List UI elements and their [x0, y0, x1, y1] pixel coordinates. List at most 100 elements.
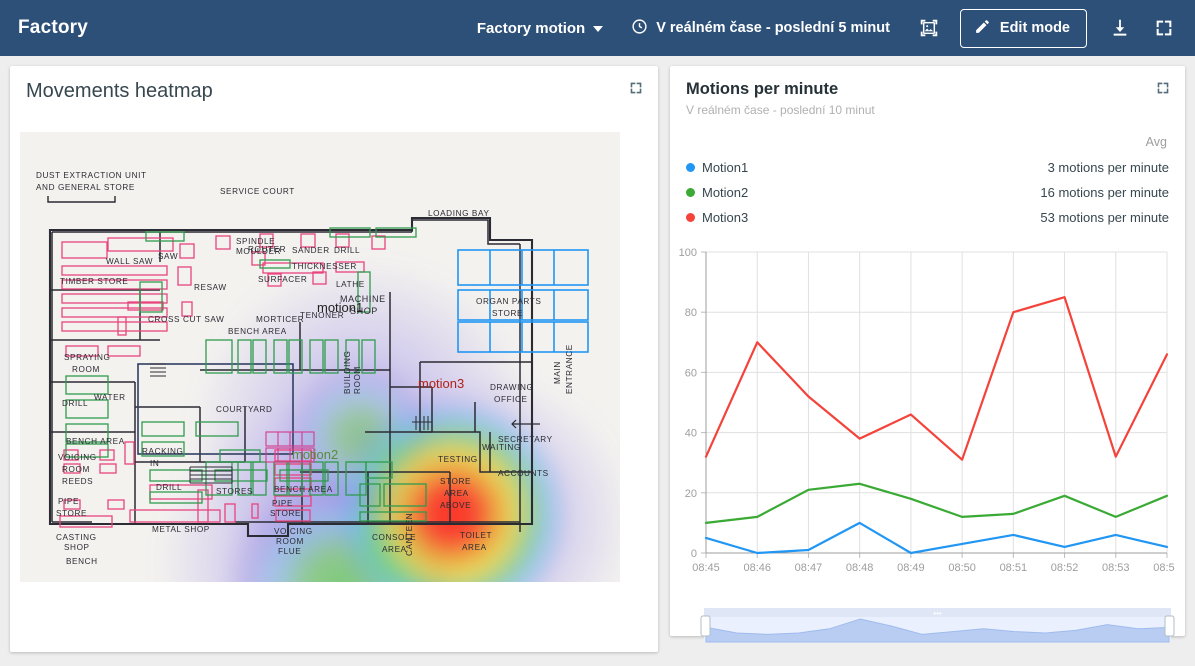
legend-avg-header: Avg [1145, 134, 1167, 149]
svg-text:REEDS: REEDS [62, 477, 93, 486]
y-axis-tick-label: 40 [685, 428, 697, 440]
fullscreen-icon [1156, 20, 1172, 36]
panel-motions-per-minute: Motions per minute V reálném čase - posl… [670, 66, 1185, 643]
series-line-motion3 [704, 296, 1169, 461]
y-axis-tick-label: 60 [685, 367, 697, 379]
download-icon [1113, 19, 1127, 36]
x-axis-tick-label: 08:46 [743, 562, 771, 574]
line-chart-svg: 0 20 40 60 80 100 08:45 08:46 08:47 08:48 08:49 08:… [679, 247, 1181, 574]
chevron-down-icon [593, 26, 604, 32]
svg-text:BENCH: BENCH [66, 557, 98, 566]
svg-text:ROOM: ROOM [62, 465, 90, 474]
series-color-dot [686, 212, 695, 222]
svg-text:CANTEEN: CANTEEN [405, 513, 414, 556]
pencil-icon [974, 18, 991, 39]
legend-series-avg: 16 motions per minute [1040, 184, 1169, 200]
hotspot-label-motion3: motion3 [418, 376, 464, 391]
svg-text:ABOVE: ABOVE [440, 501, 471, 510]
svg-text:SERVICE COURT: SERVICE COURT [220, 187, 295, 196]
fullscreen-icon [1157, 82, 1169, 94]
legend-series-name: Motion3 [702, 209, 749, 225]
svg-text:SAW: SAW [158, 252, 178, 261]
svg-text:STORES: STORES [216, 487, 253, 496]
svg-text:AND GENERAL STORE: AND GENERAL STORE [36, 183, 135, 192]
svg-text:SPINDLE: SPINDLE [236, 237, 275, 246]
series-color-dot [686, 187, 695, 197]
image-snapshot-button[interactable] [912, 11, 946, 45]
svg-text:IN: IN [150, 459, 159, 468]
dashboard-selector-label: Factory motion [476, 19, 586, 37]
svg-text:ACCOUNTS: ACCOUNTS [498, 469, 549, 478]
svg-text:METAL SHOP: METAL SHOP [152, 525, 210, 534]
svg-text:TESTING: TESTING [438, 455, 478, 464]
app-brand: Factory [18, 17, 89, 38]
x-axis-tick-label: 08:54 [1153, 562, 1175, 574]
series-line-motion1 [704, 521, 1169, 555]
line-chart[interactable]: 0 20 40 60 80 100 08:45 08:46 08:47 08:48 08:49 08:… [670, 238, 1185, 598]
fullscreen-button[interactable] [1147, 11, 1181, 45]
svg-text:MOULDER: MOULDER [236, 247, 281, 256]
svg-text:SECRETARY: SECRETARY [498, 435, 553, 444]
heatmap-panel-title: Movements heatmap [26, 80, 213, 102]
svg-text:SPRAYING: SPRAYING [64, 353, 111, 362]
svg-text:MAIN: MAIN [553, 361, 562, 384]
legend-series-avg: 53 motions per minute [1040, 209, 1169, 225]
x-axis-tick-label: 08:47 [795, 562, 823, 574]
motions-panel-subtitle: V reálném čase - poslední 10 minut [686, 102, 875, 117]
motions-expand-button[interactable] [1155, 80, 1171, 96]
heatmap-expand-button[interactable] [628, 80, 644, 96]
svg-text:MORTICER: MORTICER [256, 315, 304, 324]
y-axis-tick-label: 100 [679, 247, 697, 259]
svg-text:STORE: STORE [56, 509, 87, 518]
x-axis-tick-label: 08:45 [692, 562, 720, 574]
slider-grip-dots: ••• [933, 609, 942, 618]
svg-text:RESAW: RESAW [194, 283, 227, 292]
edit-mode-button[interactable]: Edit mode [959, 8, 1087, 48]
floorplan-svg: DUST EXTRACTION UNIT AND GENERAL STORE S… [20, 132, 620, 582]
legend-series-name: Motion1 [702, 159, 749, 175]
svg-text:TIMBER STORE: TIMBER STORE [60, 277, 128, 286]
svg-text:THICKNESSER: THICKNESSER [292, 262, 357, 271]
svg-text:AREA: AREA [462, 543, 487, 552]
svg-text:LATHE: LATHE [336, 280, 365, 289]
legend-item-motion2[interactable]: Motion2 16 motions per minute [686, 180, 1169, 205]
svg-text:TOILET: TOILET [460, 531, 492, 540]
download-button[interactable] [1103, 11, 1137, 45]
legend-item-motion1[interactable]: Motion1 3 motions per minute [686, 155, 1169, 180]
svg-text:ENTRANCE: ENTRANCE [565, 344, 574, 394]
top-app-bar: Factory Factory motion V reálném čase - … [0, 0, 1195, 56]
svg-text:WATER: WATER [94, 393, 126, 402]
factory-floorplan-heatmap[interactable]: DUST EXTRACTION UNIT AND GENERAL STORE S… [20, 132, 620, 582]
chart-legend: Avg Motion1 3 motions per minute Motion2… [686, 135, 1169, 230]
svg-text:FLUE: FLUE [278, 547, 301, 556]
chart-range-slider[interactable]: ••• [700, 602, 1175, 651]
svg-text:ROOM: ROOM [353, 366, 362, 394]
time-range-selector[interactable]: V reálném čase - poslední 5 minut [631, 18, 890, 39]
svg-text:DUST EXTRACTION UNIT: DUST EXTRACTION UNIT [36, 171, 147, 180]
svg-text:WALL SAW: WALL SAW [106, 257, 153, 266]
svg-text:BENCH AREA: BENCH AREA [66, 437, 125, 446]
series-color-dot [686, 162, 695, 172]
x-axis-tick-label: 08:52 [1051, 562, 1079, 574]
motions-panel-title: Motions per minute [686, 80, 839, 98]
hotspot-label-motion1: motion1 [317, 300, 363, 315]
legend-item-motion3[interactable]: Motion3 53 motions per minute [686, 205, 1169, 230]
svg-text:VOICING: VOICING [274, 527, 313, 536]
svg-text:CROSS CUT SAW: CROSS CUT SAW [148, 315, 225, 324]
clock-icon [631, 18, 648, 39]
x-axis-tick-label: 08:48 [846, 562, 874, 574]
x-axis-tick-label: 08:51 [1000, 562, 1028, 574]
svg-text:SURFACER: SURFACER [258, 275, 307, 284]
svg-text:CASTING: CASTING [56, 533, 97, 542]
svg-text:DRILL: DRILL [156, 483, 182, 492]
svg-text:AREA: AREA [444, 489, 469, 498]
time-range-label: V reálném čase - poslední 5 minut [656, 20, 890, 36]
svg-text:ROOM: ROOM [72, 365, 100, 374]
dashboard-selector[interactable]: Factory motion [476, 19, 604, 37]
edit-mode-label: Edit mode [999, 20, 1070, 36]
svg-text:VOICING: VOICING [58, 453, 97, 462]
x-axis-tick-label: 08:53 [1102, 562, 1130, 574]
y-axis-tick-label: 80 [685, 307, 697, 319]
range-slider-svg: ••• [700, 607, 1175, 643]
slider-handle-left [700, 615, 711, 637]
